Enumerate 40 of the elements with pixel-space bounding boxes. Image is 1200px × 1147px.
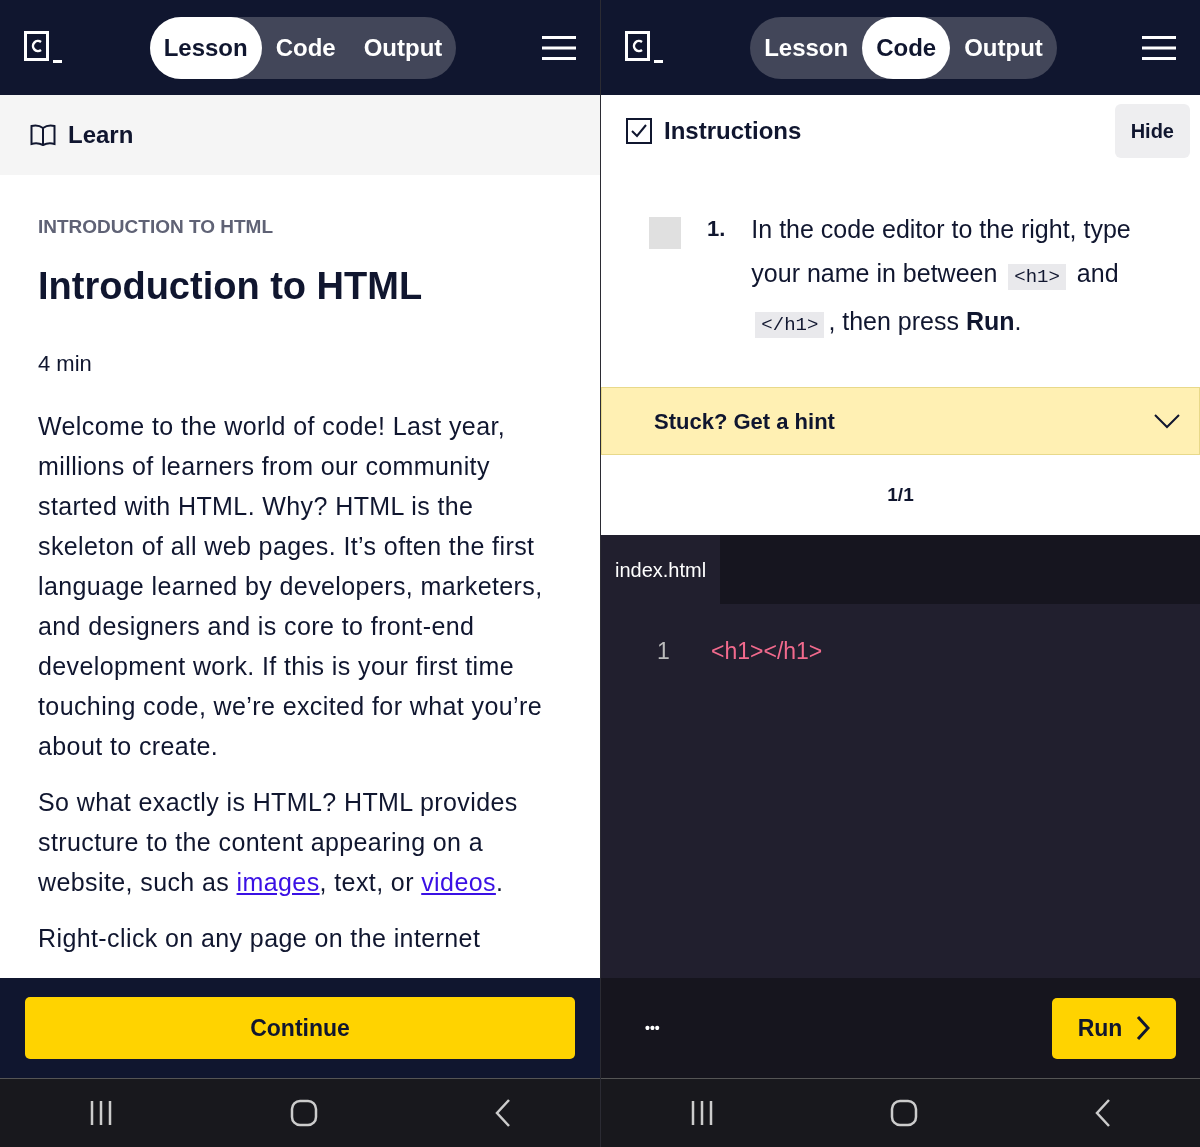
continue-button[interactable]: Continue xyxy=(25,997,575,1059)
code-line: <h1></h1> xyxy=(711,637,823,666)
menu-icon[interactable] xyxy=(1142,34,1176,61)
logo-icon[interactable] xyxy=(625,30,665,65)
hint-toggle[interactable]: Stuck? Get a hint xyxy=(601,387,1200,455)
home-icon[interactable] xyxy=(290,1099,318,1127)
file-tab[interactable]: index.html xyxy=(601,535,721,604)
tab[interactable]: Lesson xyxy=(149,16,262,79)
back-icon[interactable] xyxy=(494,1098,512,1128)
more-button[interactable]: ••• xyxy=(639,1016,666,1040)
lesson-paragraph: So what exactly is HTML? HTML provides structure to the content appearing on a website, such as images, text, or videos. xyxy=(38,787,519,899)
home-icon[interactable] xyxy=(890,1099,919,1127)
lesson-paragraph: Welcome to the world of code! Last year, millions of learners from our community started with HTML. Why? HTML is the skeleton of all web pages. It’s often the first language learned by developers, marketers, and designers and is core to front-end development work. If this is your first time touching code, we’re excited for what you’re about to create. xyxy=(38,411,544,763)
lesson-category: INTRODUCTION TO HTML xyxy=(38,215,274,239)
instructions-label: Instructions xyxy=(664,116,802,146)
checkbox[interactable] xyxy=(626,118,652,144)
task-number: 1. xyxy=(707,215,726,243)
lesson-paragraph: Right-click on any page on the internet xyxy=(38,923,482,955)
recent-apps-icon[interactable] xyxy=(88,1100,114,1126)
logo-icon[interactable] xyxy=(24,30,64,65)
tab[interactable]: Code xyxy=(261,16,350,79)
back-icon[interactable] xyxy=(1094,1098,1113,1128)
section-title: Learn xyxy=(68,120,134,150)
tab[interactable]: Lesson xyxy=(750,16,863,79)
tab[interactable]: Output xyxy=(950,16,1057,79)
lesson-title: Introduction to HTML xyxy=(38,263,424,309)
task-text: In the code editor to the right, type your name in between <h1> and </h1> , then press Run. xyxy=(751,214,1132,340)
hide-button[interactable]: Hide xyxy=(1114,104,1190,158)
task-checkbox[interactable] xyxy=(649,217,681,249)
chevron-icon xyxy=(1136,1015,1151,1041)
line-number: 1 xyxy=(657,637,671,666)
hint-counter: 1/1 xyxy=(886,482,915,507)
text-link[interactable]: videos xyxy=(421,868,496,897)
book-icon xyxy=(30,124,56,146)
text-link[interactable]: images xyxy=(236,868,320,897)
run-button[interactable]: Run xyxy=(1052,997,1176,1059)
tab[interactable]: Output xyxy=(349,16,457,79)
menu-icon[interactable] xyxy=(542,34,576,61)
tab[interactable]: Code xyxy=(862,16,951,79)
lesson-duration: 4 min xyxy=(38,350,93,379)
